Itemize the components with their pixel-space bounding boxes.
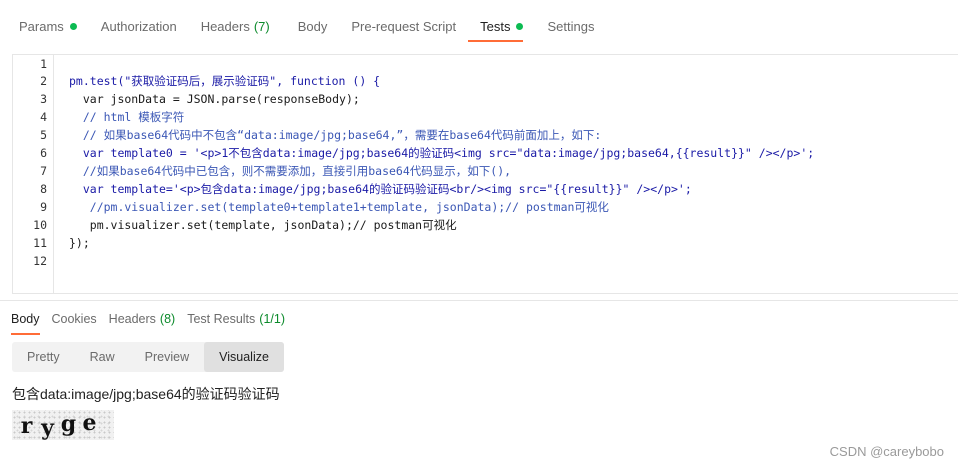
tab-label: Params <box>19 18 64 34</box>
code-line: // html 模板字符 <box>69 110 185 124</box>
code-line: //如果base64代码中已包含，则不需要添加，直接引用base64代码显示，如… <box>69 164 512 178</box>
watermark: CSDN @careybobo <box>829 444 944 459</box>
tab-settings[interactable]: Settings <box>535 0 606 52</box>
line-number: 11 <box>33 236 47 250</box>
captcha-char: r <box>20 413 33 439</box>
tab-label: Pre-request Script <box>351 18 457 34</box>
code-lines: pm.test("获取验证码后，展示验证码", function () { va… <box>69 55 958 293</box>
line-number: 1 <box>40 57 47 71</box>
code-line: pm.test("获取验证码后，展示验证码", function () { <box>69 74 381 88</box>
view-pretty-button[interactable]: Pretty <box>12 342 75 372</box>
line-number: 10 <box>33 218 47 232</box>
code-line: var template0 = '<p>1不包含data:image/jpg;b… <box>69 146 815 160</box>
captcha-image: r y g e <box>12 410 114 441</box>
tab-response-body[interactable]: Body <box>11 301 40 337</box>
line-number: 2 <box>40 74 47 88</box>
tab-headers[interactable]: Headers (7) <box>189 0 282 52</box>
code-line: var template='<p>包含data:image/jpg;base64… <box>69 182 692 196</box>
captcha-char: e <box>82 410 97 436</box>
captcha-char: y <box>41 415 54 441</box>
line-number: 9 <box>40 200 47 214</box>
visualize-output-text: 包含data:image/jpg;base64的验证码验证码 <box>12 386 280 402</box>
tab-pre-request-script[interactable]: Pre-request Script <box>339 0 468 52</box>
tab-count: (1/1) <box>259 312 285 326</box>
tab-label: Cookies <box>51 312 97 326</box>
tab-label: Body <box>297 18 328 34</box>
code-line: pm.visualizer.set(template, jsonData);//… <box>69 218 457 232</box>
tab-label: Body <box>11 312 40 326</box>
line-number: 12 <box>33 254 47 268</box>
line-number: 5 <box>40 128 47 142</box>
tab-label: Headers <box>200 18 250 34</box>
tab-test-results[interactable]: Test Results (1/1) <box>187 301 285 337</box>
request-tabs: Params Authorization Headers (7) Body Pr… <box>0 0 958 52</box>
view-preview-button[interactable]: Preview <box>130 342 204 372</box>
tab-body[interactable]: Body <box>282 0 340 52</box>
response-tabs: Body Cookies Headers (8) Test Results (1… <box>0 300 958 337</box>
postman-window: Params Authorization Headers (7) Body Pr… <box>0 0 958 470</box>
tab-authorization[interactable]: Authorization <box>89 0 189 52</box>
status-dot-icon <box>69 22 77 30</box>
code-line: //pm.visualizer.set(template0+template1+… <box>69 200 609 214</box>
tab-tests[interactable]: Tests <box>468 0 535 52</box>
tests-code-editor[interactable]: 1 2 3 4 5 6 7 8 9 10 11 12 pm.test("获取验证… <box>12 54 958 294</box>
line-number: 4 <box>40 110 47 124</box>
code-line: var jsonData = JSON.parse(responseBody); <box>69 92 360 106</box>
view-mode-switcher: Pretty Raw Preview Visualize <box>12 342 284 372</box>
line-number: 3 <box>40 92 47 106</box>
tab-label: Test Results <box>187 312 256 326</box>
line-number-gutter: 1 2 3 4 5 6 7 8 9 10 11 12 <box>13 55 54 293</box>
line-number: 8 <box>40 182 47 196</box>
tab-label: Tests <box>480 18 511 34</box>
captcha-char: g <box>60 411 77 437</box>
line-number: 7 <box>40 164 47 178</box>
view-raw-button[interactable]: Raw <box>75 342 130 372</box>
tab-count: (8) <box>159 312 176 326</box>
view-visualize-button[interactable]: Visualize <box>204 342 284 372</box>
tab-label: Authorization <box>100 18 177 34</box>
line-number: 6 <box>40 146 47 160</box>
code-line: // 如果base64代码中不包含“data:image/jpg;base64,… <box>69 128 602 142</box>
tab-cookies[interactable]: Cookies <box>52 301 97 337</box>
tab-count: (7) <box>253 18 270 34</box>
tab-response-headers[interactable]: Headers (8) <box>109 301 176 337</box>
tab-label: Headers <box>108 312 156 326</box>
tab-label: Settings <box>547 18 595 34</box>
tab-params[interactable]: Params <box>0 0 89 52</box>
code-line: }); <box>69 236 90 250</box>
status-dot-icon <box>516 22 524 30</box>
